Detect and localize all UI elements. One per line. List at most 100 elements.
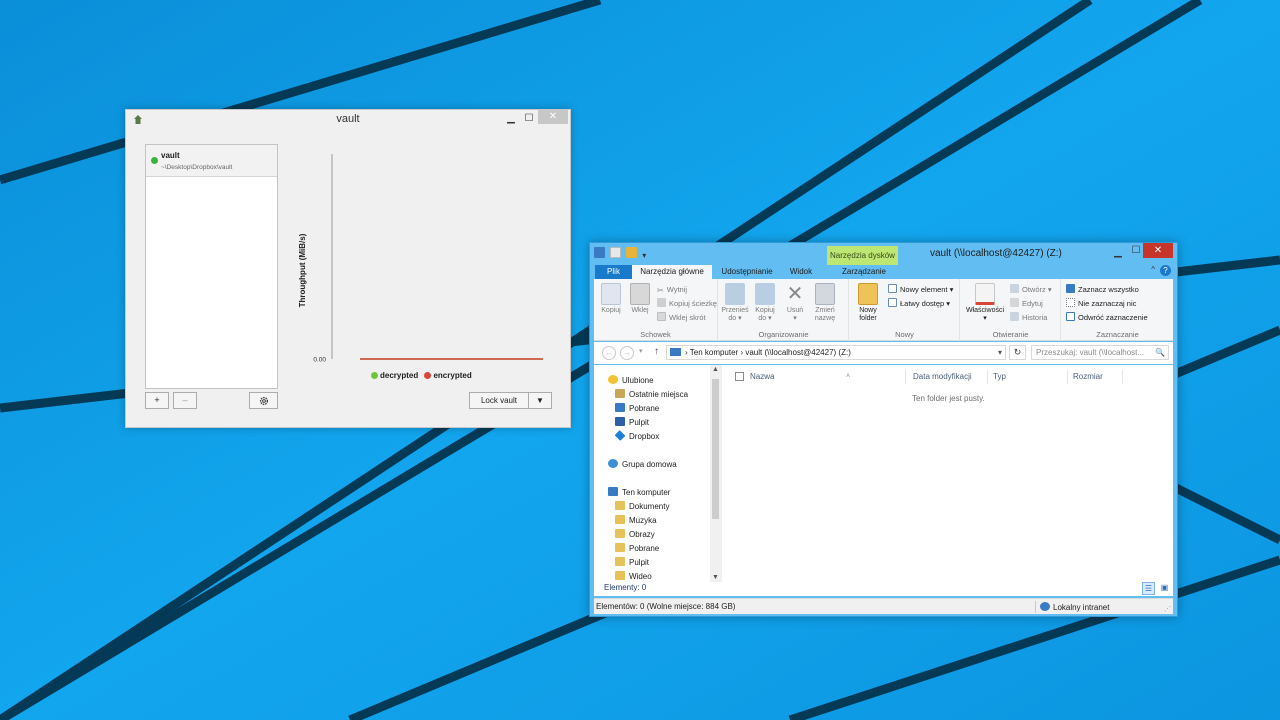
- copy-button[interactable]: Kopiuj: [597, 283, 625, 315]
- nav-item-ten-komputer[interactable]: Ten komputer: [608, 486, 670, 499]
- properties-icon[interactable]: [610, 247, 622, 258]
- vault-list-item[interactable]: vault ~\Desktop\Dropbox\vault: [146, 145, 277, 177]
- address-dropdown-icon[interactable]: ▾: [998, 346, 1002, 359]
- ribbon-group-label: Organizowanie: [758, 330, 809, 339]
- scrollbar-thumb[interactable]: [712, 379, 719, 519]
- nav-item-ostatnie-miejsca[interactable]: Ostatnie miejsca: [615, 388, 688, 401]
- nav-item-ulubione[interactable]: Ulubione: [608, 374, 654, 387]
- copy-path-icon: [657, 298, 666, 307]
- tab-udostepnianie[interactable]: Udostępnianie: [714, 265, 780, 279]
- nav-item-dokumenty[interactable]: Dokumenty: [615, 500, 669, 513]
- rename-icon: [815, 283, 835, 305]
- back-button[interactable]: ←: [602, 346, 616, 360]
- details-view-button[interactable]: ☰: [1142, 582, 1155, 595]
- edit-button[interactable]: Edytuj: [1010, 298, 1043, 310]
- remove-vault-button[interactable]: –: [173, 392, 197, 409]
- column-divider[interactable]: [905, 370, 906, 384]
- y-tick-label: 0.00: [313, 357, 326, 364]
- new-folder-icon[interactable]: [626, 247, 638, 258]
- select-all-button[interactable]: Zaznacz wszystko: [1066, 284, 1139, 296]
- easy-access-button[interactable]: Łatwy dostęp ▾: [888, 298, 950, 310]
- vault-item-path: ~\Desktop\Dropbox\vault: [161, 164, 233, 171]
- select-none-button[interactable]: Nie zaznaczaj nic: [1066, 298, 1136, 310]
- lock-options-button[interactable]: ▼: [528, 392, 552, 409]
- tab-plik[interactable]: Plik: [595, 265, 632, 279]
- resize-grip-icon[interactable]: ⋰: [1164, 605, 1171, 613]
- close-button[interactable]: ✕: [1143, 243, 1173, 258]
- large-icons-view-icon: ▣: [1160, 583, 1169, 592]
- maximize-button[interactable]: ☐: [1128, 243, 1144, 259]
- paste-button[interactable]: Wklej: [626, 283, 654, 315]
- qat-dropdown-icon[interactable]: ▾: [642, 251, 650, 262]
- up-button[interactable]: ↑: [654, 346, 659, 357]
- select-all-checkbox[interactable]: [735, 372, 744, 381]
- nav-scrollbar[interactable]: ▲ ▼: [710, 365, 722, 582]
- nav-item-pobrane-2[interactable]: Pobrane: [615, 542, 659, 555]
- invert-selection-button[interactable]: Odwróć zaznaczenie: [1066, 312, 1148, 324]
- new-item-button[interactable]: Nowy element ▾: [888, 284, 953, 296]
- nav-item-label: Dokumenty: [629, 502, 670, 511]
- nav-item-wideo[interactable]: Wideo: [615, 570, 652, 582]
- column-header-typ[interactable]: Typ: [993, 370, 1006, 384]
- nav-item-pulpit-2[interactable]: Pulpit: [615, 556, 649, 569]
- forward-button[interactable]: →: [620, 346, 634, 360]
- breadcrumb-ten-komputer[interactable]: Ten komputer: [690, 348, 738, 357]
- tab-narzedzia-glowne[interactable]: Narzędzia główne: [632, 265, 712, 279]
- nav-item-muzyka[interactable]: Muzyka: [615, 514, 657, 527]
- scroll-up-icon[interactable]: ▲: [712, 366, 719, 373]
- add-vault-button[interactable]: +: [145, 392, 169, 409]
- lock-vault-button[interactable]: Lock vault: [469, 392, 529, 409]
- rename-button[interactable]: Zmień nazwę: [811, 283, 839, 323]
- move-to-button[interactable]: Przenieś do ▾: [721, 283, 749, 323]
- history-button[interactable]: Historia: [1010, 312, 1047, 324]
- rename-label-2: nazwę: [814, 315, 836, 322]
- ribbon-group-label: Otwieranie: [992, 330, 1029, 339]
- tab-zarzadzanie[interactable]: Zarządzanie: [828, 265, 900, 279]
- nav-item-pulpit[interactable]: Pulpit: [615, 416, 649, 429]
- large-icons-view-button[interactable]: ▣: [1158, 582, 1171, 595]
- column-divider[interactable]: [1122, 370, 1123, 384]
- explorer-titlebar[interactable]: ▾ Narzędzia dysków vault (\\localhost@42…: [590, 243, 1177, 265]
- address-input[interactable]: › Ten komputer › vault (\\localhost@4242…: [666, 345, 1006, 360]
- delete-label-1: Usuń: [786, 307, 804, 314]
- breadcrumb-vault-drive[interactable]: vault (\\localhost@42427) (Z:): [745, 348, 851, 357]
- column-header-data-modyfikacji[interactable]: Data modyfikacji: [913, 370, 972, 384]
- help-icon[interactable]: ?: [1160, 265, 1171, 276]
- tab-widok[interactable]: Widok: [782, 265, 820, 279]
- column-divider[interactable]: [1067, 370, 1068, 384]
- copy-to-button[interactable]: Kopiuj do ▾: [751, 283, 779, 323]
- nav-item-dropbox[interactable]: Dropbox: [614, 430, 659, 443]
- minimize-button[interactable]: ▁: [1110, 245, 1126, 261]
- refresh-button[interactable]: ↻: [1009, 345, 1026, 360]
- legend-decrypted: decrypted: [371, 371, 420, 380]
- open-button[interactable]: Otwórz ▾: [1010, 284, 1052, 296]
- nav-item-grupa-domowa[interactable]: Grupa domowa: [608, 458, 677, 471]
- search-icon: 🔍: [1155, 348, 1165, 357]
- paste-shortcut-button[interactable]: Wklej skrót: [657, 312, 706, 324]
- column-divider[interactable]: [987, 370, 988, 384]
- details-view-icon: ☰: [1144, 584, 1153, 593]
- search-input[interactable]: Przeszukaj: vault (\\localhost... 🔍: [1031, 345, 1169, 360]
- scroll-down-icon[interactable]: ▼: [712, 574, 719, 581]
- new-folder-button[interactable]: Nowy folder: [854, 283, 882, 323]
- drive-icon[interactable]: [594, 247, 605, 258]
- maximize-button[interactable]: ☐: [521, 111, 537, 127]
- copy-path-button[interactable]: Kopiuj ścieżkę: [657, 298, 717, 310]
- delete-button[interactable]: ✕ Usuń ▾: [781, 283, 809, 323]
- recent-locations-button[interactable]: ▾: [639, 347, 643, 355]
- move-to-label-1: Przenieś: [721, 307, 749, 314]
- pictures-icon: [615, 529, 625, 538]
- move-to-label-2: do ▾: [728, 315, 742, 322]
- nav-item-pobrane[interactable]: Pobrane: [615, 402, 659, 415]
- nav-item-obrazy[interactable]: Obrazy: [615, 528, 655, 541]
- cut-button[interactable]: ✂ Wytnij: [657, 284, 687, 296]
- close-button[interactable]: ✕: [538, 110, 568, 124]
- chevron-up-icon[interactable]: ^: [1151, 265, 1155, 274]
- easy-access-icon: [888, 298, 897, 307]
- column-header-rozmiar[interactable]: Rozmiar: [1073, 370, 1103, 384]
- vault-titlebar[interactable]: vault ▁ ☐ ✕: [126, 110, 570, 130]
- settings-button[interactable]: [249, 392, 278, 409]
- minimize-button[interactable]: ▁: [503, 111, 519, 127]
- column-header-nazwa[interactable]: Nazwa ˄: [750, 370, 850, 384]
- properties-button[interactable]: Właściwości ▾: [964, 283, 1006, 323]
